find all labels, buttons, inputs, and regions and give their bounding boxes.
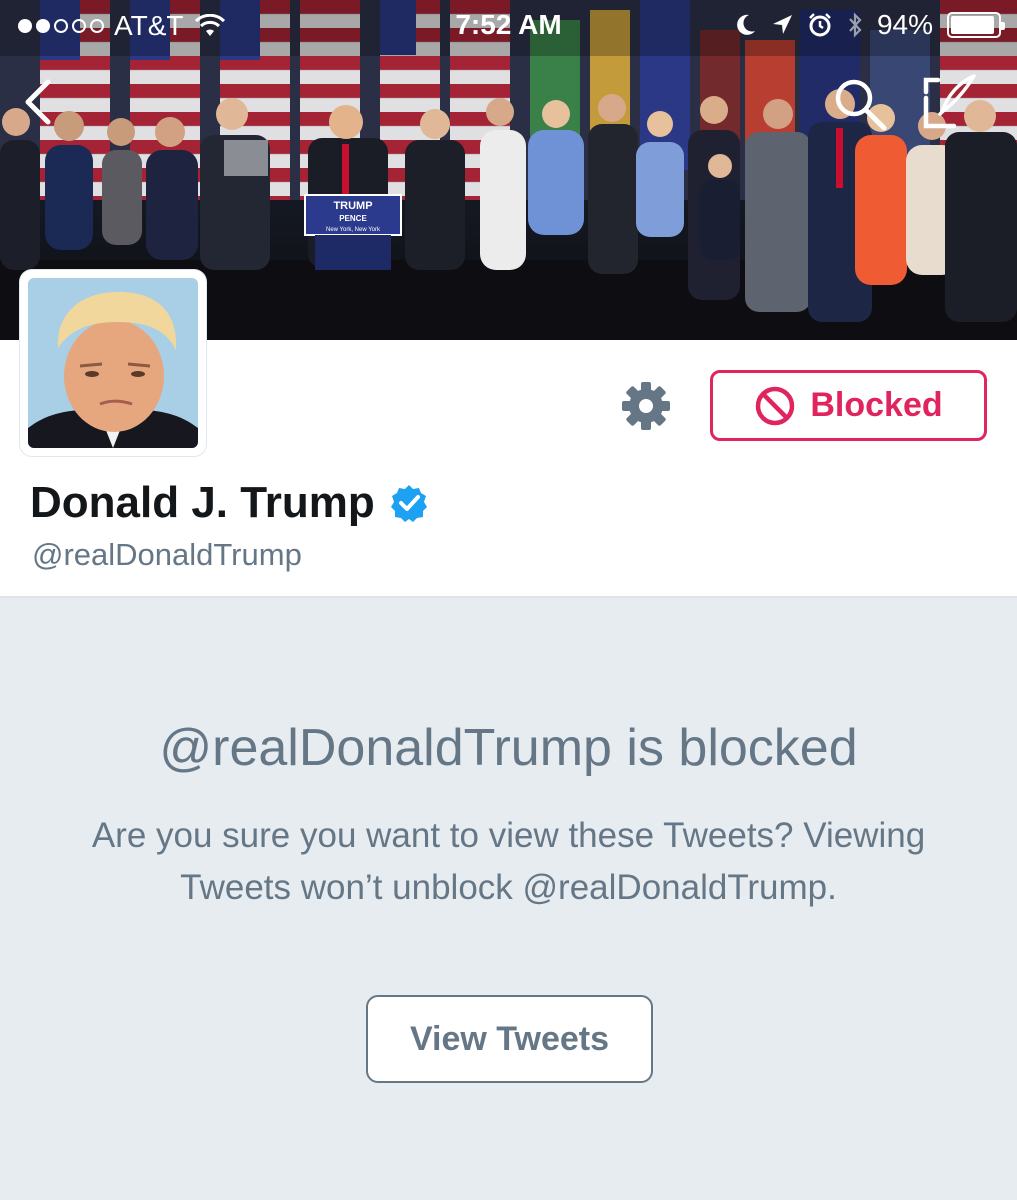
compose-icon xyxy=(923,74,976,129)
blocked-panel: @realDonaldTrump is blocked Are you sure… xyxy=(0,600,1017,1200)
gear-icon xyxy=(622,382,670,430)
battery-icon xyxy=(947,12,1005,38)
blocked-message: Are you sure you want to view these Twee… xyxy=(91,816,926,907)
moon-icon xyxy=(737,14,755,35)
chevron-left-icon xyxy=(25,79,51,125)
verified-badge-icon xyxy=(390,485,427,522)
profile-handle: @realDonaldTrump xyxy=(32,537,302,572)
search-button[interactable] xyxy=(832,76,888,132)
location-arrow-icon xyxy=(772,15,792,34)
blocked-title: @realDonaldTrump is blocked xyxy=(159,719,858,777)
profile-photo xyxy=(28,278,198,448)
display-name-text: Donald J. Trump xyxy=(30,478,375,527)
blocked-button-label: Blocked xyxy=(810,386,943,424)
alarm-icon xyxy=(809,13,831,37)
back-button[interactable] xyxy=(16,78,64,126)
search-icon xyxy=(835,79,887,131)
view-tweets-button[interactable]: View Tweets xyxy=(366,995,653,1083)
settings-button[interactable] xyxy=(618,378,674,434)
battery-percent: 94% xyxy=(876,9,933,40)
podium-text-3: New York, New York xyxy=(326,227,381,233)
bluetooth-icon xyxy=(849,12,862,38)
status-bar: AT&T 7:52 AM 94% xyxy=(0,0,1017,52)
block-icon xyxy=(756,386,795,425)
podium-text-2: PENCE xyxy=(339,214,367,223)
podium-text-1: TRUMP xyxy=(333,200,372,212)
display-name: Donald J. Trump xyxy=(30,478,429,528)
avatar[interactable] xyxy=(20,270,206,456)
compose-button[interactable] xyxy=(920,72,980,132)
blocked-button[interactable]: Blocked xyxy=(710,370,987,441)
